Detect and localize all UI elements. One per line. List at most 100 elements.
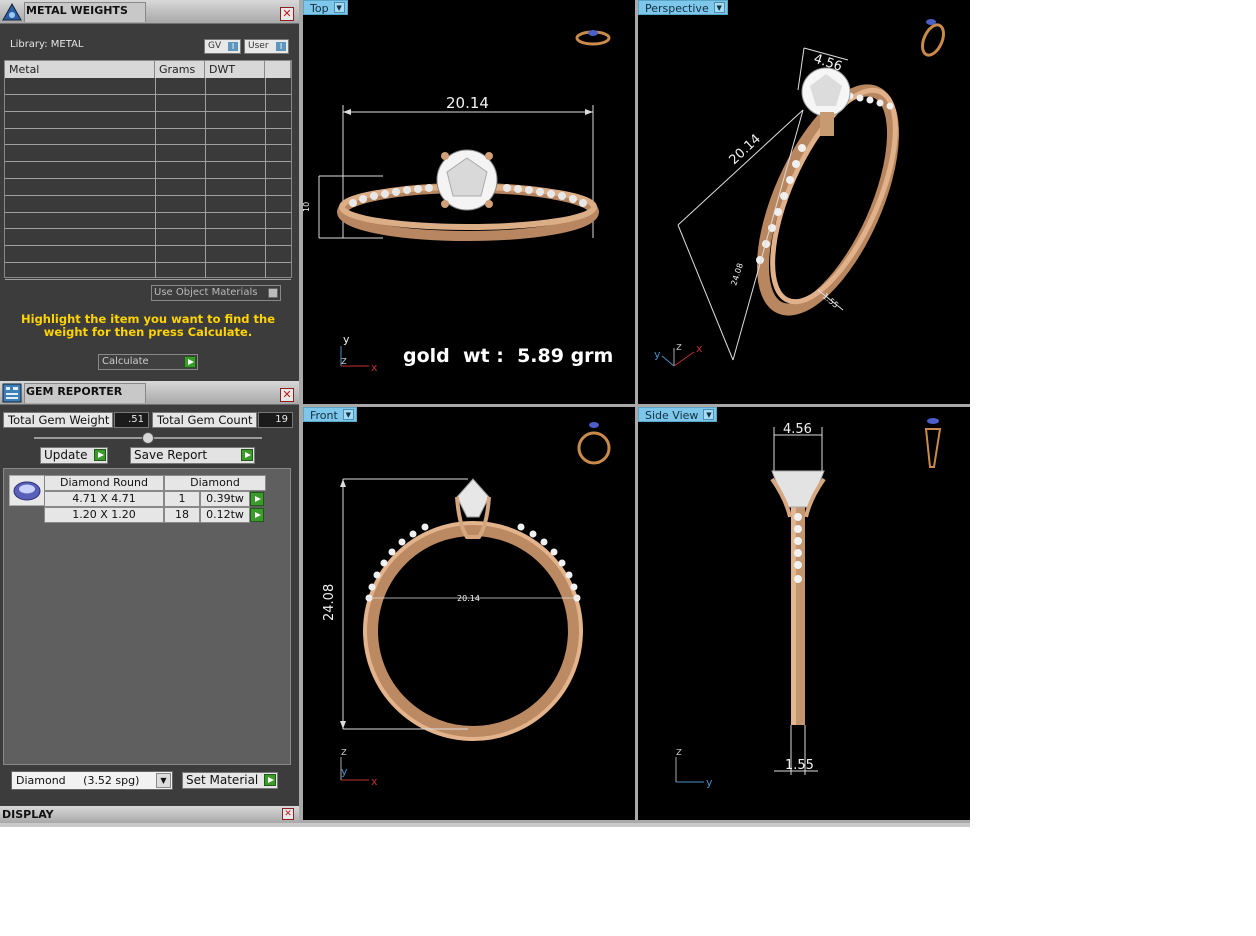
play-arrow-icon <box>241 449 253 461</box>
dimension-diagonal: 20.14 <box>726 132 763 168</box>
gem-row-size[interactable]: 1.20 X 1.20 <box>44 507 164 523</box>
gem-list[interactable]: Diamond Round Diamond 4.71 X 4.71 1 0.39… <box>3 468 291 765</box>
viewport-side-label-text: Side View <box>645 409 699 422</box>
update-label: Update <box>44 448 88 462</box>
play-arrow-icon <box>184 356 196 368</box>
gem-thumbnail[interactable] <box>9 475 45 506</box>
user-toggle-label: User <box>248 41 269 51</box>
table-row-divider <box>5 110 291 112</box>
viewport-top-label[interactable]: Top ▼ <box>303 0 348 15</box>
library-label: Library: METAL <box>10 39 84 50</box>
slider-handle[interactable] <box>142 432 154 444</box>
gem-row-count[interactable]: 1 <box>164 491 200 507</box>
viewport-side[interactable]: 4.56 1.55 z y Side View ▼ <box>638 407 970 820</box>
metal-weights-table[interactable]: Metal Grams DWT <box>4 60 292 280</box>
gem-reporter-title-bar: GEM REPORTER ✕ <box>0 381 299 405</box>
gem-reporter-title: GEM REPORTER <box>26 385 123 398</box>
close-icon[interactable]: ✕ <box>280 388 294 402</box>
user-toggle[interactable]: User I <box>244 39 289 54</box>
calculate-button[interactable]: Calculate <box>98 354 198 370</box>
viewport-perspective-label[interactable]: Perspective ▼ <box>638 0 728 15</box>
use-object-materials-checkbox[interactable]: Use Object Materials <box>151 285 281 301</box>
column-header-dwt[interactable]: DWT <box>205 61 265 78</box>
dimension-side: 24.08 <box>729 262 745 287</box>
metal-weights-title-bar: METAL WEIGHTS ✕ <box>0 0 299 24</box>
gem-shape-header: Diamond Round <box>44 475 164 491</box>
set-material-button[interactable]: Set Material <box>182 772 278 789</box>
dimension-small: 1.55 <box>821 292 840 310</box>
table-row-divider <box>5 94 291 95</box>
axis-z-label: z <box>341 354 347 367</box>
dimension-height: 10 <box>303 202 311 212</box>
chevron-down-icon: ▼ <box>342 409 354 420</box>
gv-switch: I <box>228 42 238 51</box>
axis-x-label: x <box>696 342 703 355</box>
dimension-inner: 20.14 <box>457 594 480 603</box>
dimension-top: 4.56 <box>783 422 812 437</box>
axis-z-label: z <box>341 745 347 758</box>
status-strip <box>0 823 970 827</box>
column-header-grams[interactable]: Grams <box>155 61 205 78</box>
gold-weight-text: gold wt : 5.89 grm <box>403 345 614 367</box>
update-button[interactable]: Update <box>40 447 108 464</box>
material-select-value: Diamond (3.52 spg) <box>16 774 140 787</box>
viewport-front[interactable]: 24.08 20.14 z y x Front ▼ <box>303 407 635 820</box>
total-gem-count-label: Total Gem Count <box>152 412 257 428</box>
viewport-area: y z x 20.14 10 Top ▼ gold wt : 5.89 grm <box>299 0 970 823</box>
axis-z-label: z <box>676 340 682 353</box>
axis-y-label: y <box>706 776 713 789</box>
table-row-divider <box>5 127 291 129</box>
save-report-button[interactable]: Save Report <box>130 447 255 464</box>
viewport-perspective[interactable]: 4.56 20.14 24.08 1.55 y z x Perspective … <box>638 0 970 404</box>
total-gem-weight-label: Total Gem Weight <box>3 412 113 428</box>
viewport-top[interactable]: y z x 20.14 10 Top ▼ gold wt : 5.89 grm <box>303 0 635 404</box>
front-view-render: 24.08 20.14 z y x <box>322 422 611 788</box>
gem-row-count[interactable]: 18 <box>164 507 200 523</box>
column-header-metal[interactable]: Metal <box>5 61 155 78</box>
column-header-extra <box>265 61 291 78</box>
gem-row-size[interactable]: 4.71 X 4.71 <box>44 491 164 507</box>
gem-reporter-icon <box>2 383 22 403</box>
table-row-divider <box>5 245 291 247</box>
table-row-divider <box>5 144 291 146</box>
chevron-down-icon: ▼ <box>156 773 171 788</box>
top-view-render: y z x 20.14 10 <box>303 30 611 374</box>
table-column-divider <box>265 78 266 278</box>
close-icon[interactable]: ✕ <box>280 7 294 21</box>
material-select[interactable]: Diamond (3.52 spg) ▼ <box>11 771 173 790</box>
table-row-divider <box>5 178 291 179</box>
table-column-divider <box>205 78 206 278</box>
user-switch: I <box>276 42 286 51</box>
chevron-down-icon: ▼ <box>713 2 725 13</box>
total-gem-weight-value: .51 <box>114 412 149 428</box>
viewport-perspective-label-text: Perspective <box>645 2 709 15</box>
axis-y-label: y <box>654 348 661 361</box>
gem-row-weight[interactable]: 0.39tw <box>200 491 250 507</box>
display-title: DISPLAY <box>2 808 54 821</box>
viewport-front-label[interactable]: Front ▼ <box>303 407 357 422</box>
gem-row-weight[interactable]: 0.12tw <box>200 507 250 523</box>
gv-toggle[interactable]: GV I <box>204 39 241 54</box>
display-title-bar[interactable]: DISPLAY ✕ <box>0 806 299 823</box>
gv-toggle-label: GV <box>208 41 222 51</box>
perspective-view-render: 4.56 20.14 24.08 1.55 y z x <box>654 19 945 367</box>
axis-z-label: z <box>676 745 682 758</box>
metal-weights-title: METAL WEIGHTS <box>26 4 128 17</box>
play-arrow-icon <box>94 449 106 461</box>
dimension-width: 20.14 <box>446 94 489 112</box>
play-arrow-icon <box>264 774 276 786</box>
table-row-divider <box>5 278 291 280</box>
viewport-side-label[interactable]: Side View ▼ <box>638 407 718 422</box>
calculate-hint: Highlight the item you want to find the … <box>21 312 275 339</box>
checkbox-icon <box>268 288 278 298</box>
play-arrow-icon[interactable] <box>250 508 264 522</box>
left-panel: METAL WEIGHTS ✕ Library: METAL GV I User… <box>0 0 299 823</box>
calculate-label: Calculate <box>102 356 149 367</box>
side-view-render: 4.56 1.55 z y <box>675 418 942 789</box>
play-arrow-icon[interactable] <box>250 492 264 506</box>
chevron-down-icon: ▼ <box>333 2 345 13</box>
close-icon[interactable]: ✕ <box>282 808 294 820</box>
axis-y-label: y <box>341 765 348 778</box>
table-column-divider <box>155 78 156 278</box>
chevron-down-icon: ▼ <box>703 409 715 420</box>
